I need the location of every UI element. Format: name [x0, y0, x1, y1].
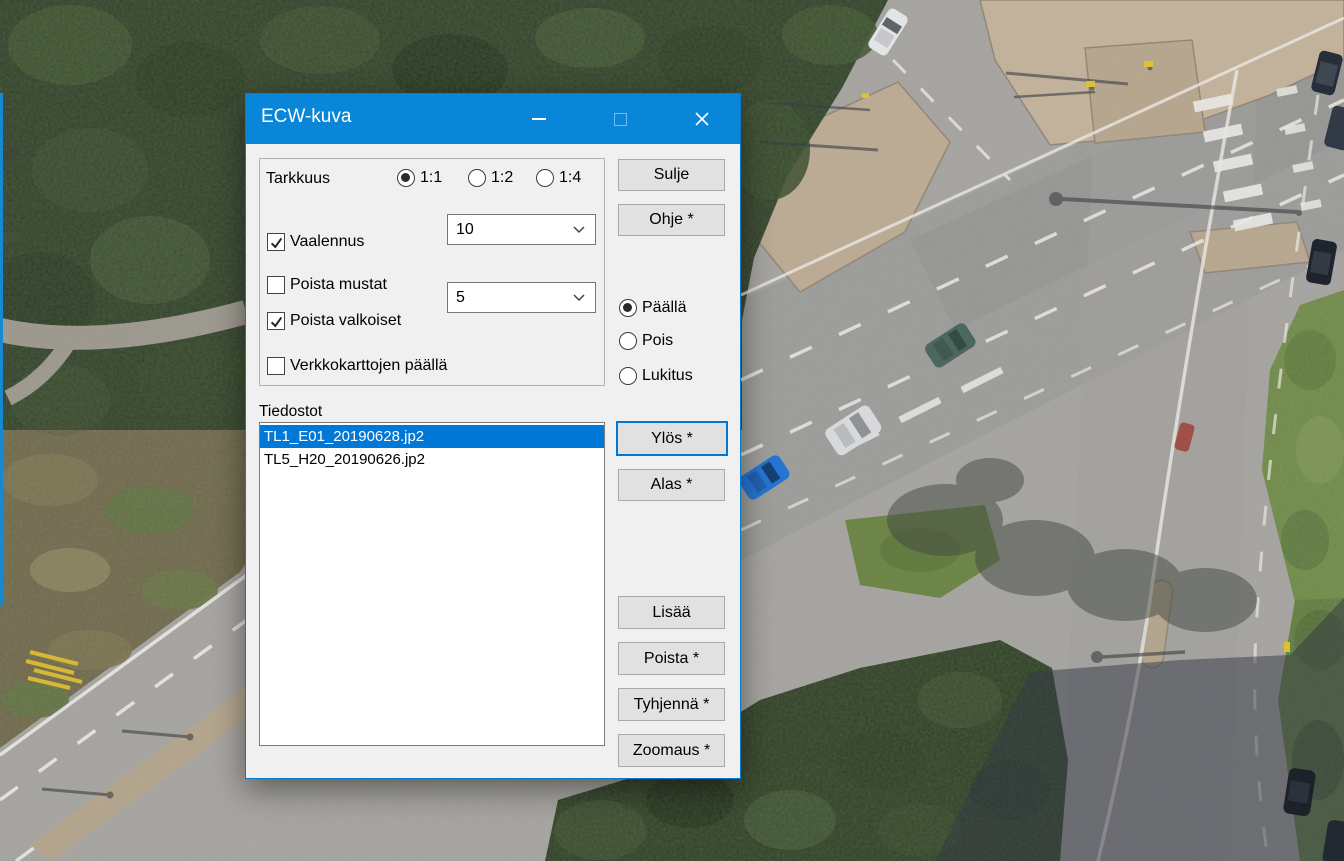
- checkbox-poista-valkoiset[interactable]: Poista valkoiset: [267, 312, 401, 330]
- radio-label: 1:4: [559, 169, 581, 187]
- poista-combo[interactable]: 5: [447, 282, 596, 313]
- sulje-button[interactable]: Sulje: [618, 159, 725, 191]
- maximize-button[interactable]: [597, 94, 643, 144]
- minimize-button[interactable]: [516, 94, 562, 144]
- checkbox-label: Vaalennus: [290, 233, 364, 251]
- radio-label: 1:2: [491, 169, 513, 187]
- dialog-titlebar[interactable]: ECW-kuva: [246, 94, 740, 144]
- ylos-button[interactable]: Ylös *: [616, 421, 728, 456]
- radio-tarkkuus-1-1[interactable]: 1:1: [397, 169, 442, 187]
- combo-value: 5: [448, 289, 573, 307]
- radio-pois[interactable]: Pois: [619, 332, 673, 350]
- tiedostot-label: Tiedostot: [259, 403, 322, 421]
- lisaa-button[interactable]: Lisää: [618, 596, 725, 629]
- checkbox-label: Poista mustat: [290, 276, 387, 294]
- radio-label: 1:1: [420, 169, 442, 187]
- tarkkuus-label: Tarkkuus: [266, 170, 330, 188]
- radio-paalla[interactable]: Päällä: [619, 299, 686, 317]
- checkbox-label: Verkkokarttojen päällä: [290, 357, 447, 375]
- checkbox-icon: [267, 233, 285, 251]
- vaalennus-combo[interactable]: 10: [447, 214, 596, 245]
- radio-icon: [619, 299, 637, 317]
- file-list-item[interactable]: TL5_H20_20190626.jp2: [260, 448, 604, 471]
- radio-label: Päällä: [642, 299, 686, 317]
- checkbox-icon: [267, 312, 285, 330]
- dialog-body: Tarkkuus 1:1 1:2 1:4 Vaalennus: [246, 144, 740, 778]
- checkbox-poista-mustat[interactable]: Poista mustat: [267, 276, 387, 294]
- radio-label: Pois: [642, 332, 673, 350]
- radio-tarkkuus-1-2[interactable]: 1:2: [468, 169, 513, 187]
- check-icon: [270, 315, 283, 328]
- chevron-down-icon: [573, 294, 585, 302]
- chevron-down-icon: [573, 226, 585, 234]
- radio-lukitus[interactable]: Lukitus: [619, 367, 693, 385]
- radio-label: Lukitus: [642, 367, 693, 385]
- close-icon: [694, 111, 710, 127]
- radio-icon: [536, 169, 554, 187]
- checkbox-vaalennus[interactable]: Vaalennus: [267, 233, 364, 251]
- ecw-kuva-dialog: ECW-kuva Tarkkuus 1:1: [245, 93, 741, 779]
- check-icon: [270, 236, 283, 249]
- dialog-title: ECW-kuva: [261, 106, 351, 128]
- checkbox-verkkokartat[interactable]: Verkkokarttojen päällä: [267, 357, 447, 375]
- alas-button[interactable]: Alas *: [618, 469, 725, 501]
- radio-icon: [468, 169, 486, 187]
- close-button[interactable]: [679, 94, 725, 144]
- ohje-button[interactable]: Ohje *: [618, 204, 725, 236]
- settings-groupbox: [259, 158, 605, 386]
- radio-icon: [397, 169, 415, 187]
- file-listbox[interactable]: TL1_E01_20190628.jp2 TL5_H20_20190626.jp…: [259, 422, 605, 746]
- zoomaus-button[interactable]: Zoomaus *: [618, 734, 725, 767]
- screen-edge-highlight: [0, 93, 3, 605]
- combo-value: 10: [448, 221, 573, 239]
- maximize-icon: [614, 113, 627, 126]
- poista-button[interactable]: Poista *: [618, 642, 725, 675]
- checkbox-icon: [267, 276, 285, 294]
- file-list-item[interactable]: TL1_E01_20190628.jp2: [260, 425, 604, 448]
- checkbox-label: Poista valkoiset: [290, 312, 401, 330]
- minimize-icon: [532, 118, 546, 120]
- checkbox-icon: [267, 357, 285, 375]
- tyhjenna-button[interactable]: Tyhjennä *: [618, 688, 725, 721]
- screen: ECW-kuva Tarkkuus 1:1: [0, 0, 1344, 861]
- radio-icon: [619, 367, 637, 385]
- radio-tarkkuus-1-4[interactable]: 1:4: [536, 169, 581, 187]
- radio-icon: [619, 332, 637, 350]
